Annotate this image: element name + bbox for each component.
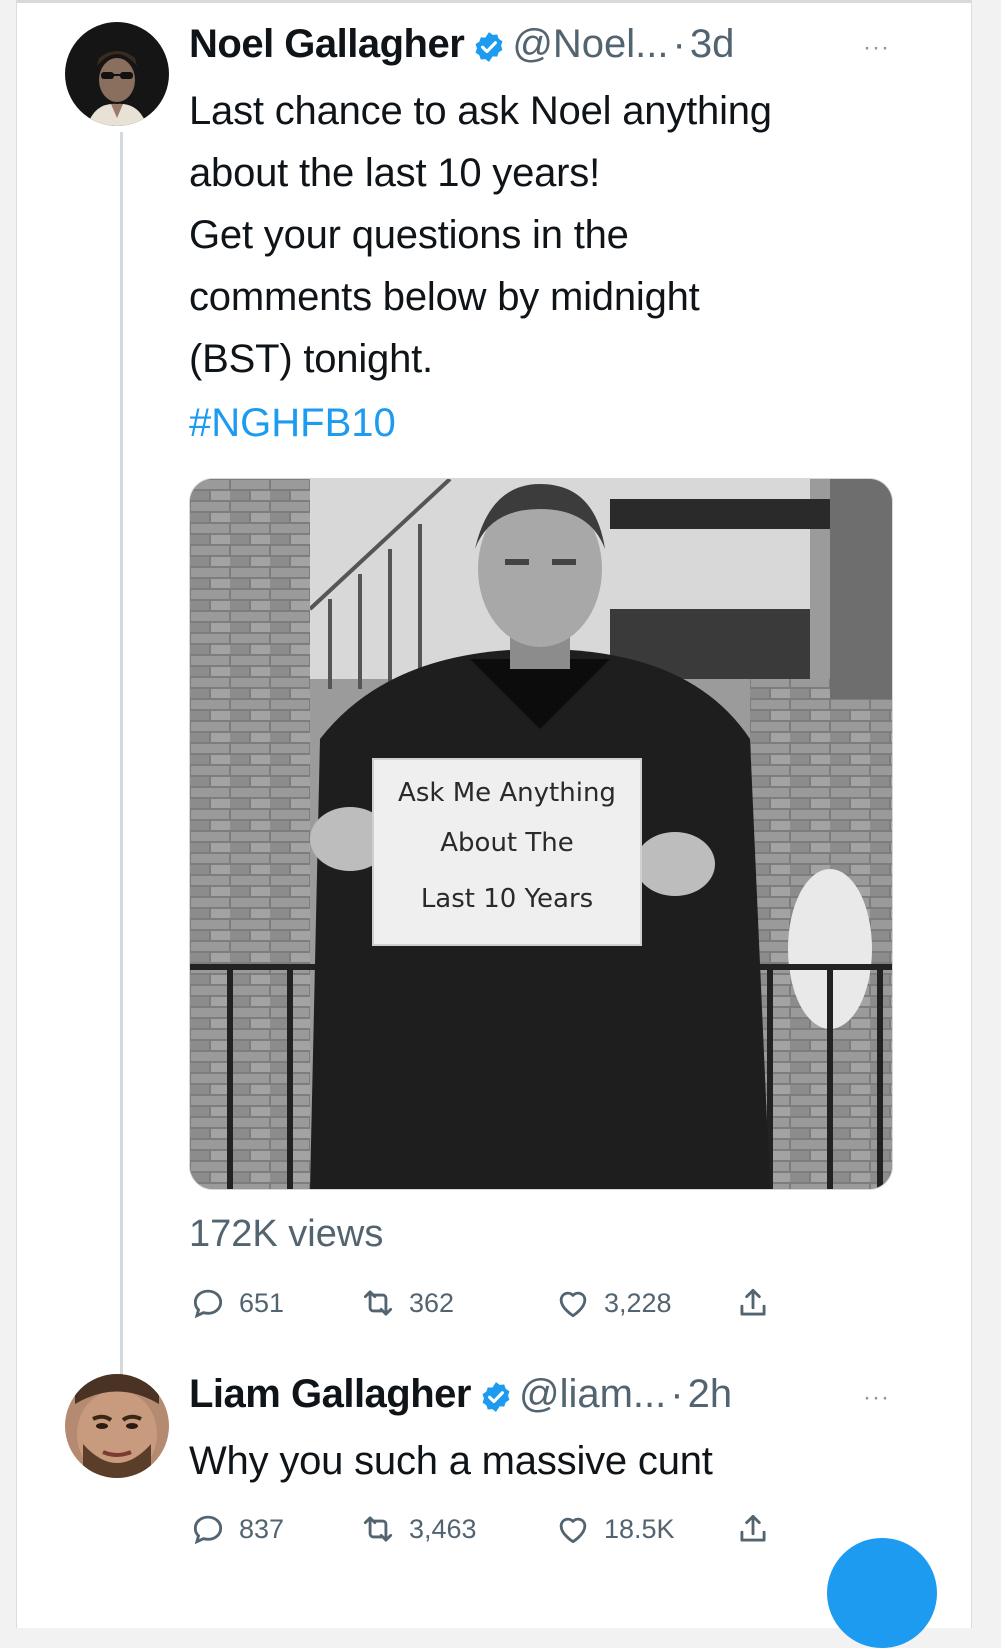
verified-badge-icon (479, 1377, 513, 1412)
hashtag-link[interactable]: #NGHFB10 (189, 392, 396, 454)
avatar-noel[interactable] (65, 22, 169, 126)
compose-tweet-button[interactable] (827, 1538, 937, 1648)
tweet-text: Why you such a massive cunt (189, 1439, 713, 1483)
retweet-button[interactable]: 362 (359, 1284, 454, 1322)
author-name[interactable]: Noel Gallagher (189, 20, 465, 68)
retweet-icon (363, 1290, 393, 1316)
reply-button[interactable]: 837 (189, 1510, 284, 1548)
tweet-actions: 837 3,463 18.5K (189, 1510, 789, 1554)
share-icon (740, 1288, 766, 1316)
share-icon (740, 1514, 766, 1542)
view-count: 172K views (189, 1213, 384, 1255)
top-divider (17, 0, 971, 3)
verified-badge-icon (472, 27, 506, 62)
tweet-header: Liam Gallagher @liam... · 2h (189, 1370, 732, 1418)
more-options-icon[interactable]: ··· (863, 34, 890, 62)
avatar-liam[interactable] (65, 1374, 169, 1478)
tweet-header: Noel Gallagher @Noel... · 3d (189, 20, 734, 68)
author-handle[interactable]: @liam... (519, 1370, 666, 1418)
share-button[interactable] (734, 1284, 784, 1322)
more-options-icon[interactable]: ··· (863, 1384, 890, 1412)
retweet-count: 3,463 (409, 1513, 477, 1544)
reply-count: 651 (239, 1287, 285, 1318)
heart-icon (559, 1291, 587, 1318)
thread-connector-line (120, 132, 123, 1414)
timeline-card: Noel Gallagher @Noel... · 3d ··· Last ch… (16, 0, 972, 1648)
tweet-actions: 651 362 3,228 (189, 1284, 789, 1328)
sign-line-1: Ask Me Anything (398, 778, 616, 808)
author-name[interactable]: Liam Gallagher (189, 1370, 471, 1418)
sign-line-3: Last 10 Years (421, 884, 593, 914)
retweet-count: 362 (409, 1287, 455, 1318)
heart-icon (559, 1517, 587, 1544)
tweet-text: Last chance to ask Noel anything about t… (189, 89, 772, 381)
retweet-button[interactable]: 3,463 (359, 1510, 477, 1548)
timestamp[interactable]: 2h (688, 1370, 733, 1418)
author-handle[interactable]: @Noel... (512, 20, 668, 68)
reply-icon (193, 1289, 223, 1319)
retweet-icon (363, 1516, 393, 1542)
reply-icon (193, 1515, 223, 1545)
like-button[interactable]: 18.5K (554, 1510, 675, 1548)
like-count: 18.5K (604, 1513, 675, 1544)
tweet-photo[interactable]: Ask Me Anything About The Last 10 Years (189, 478, 893, 1190)
like-count: 3,228 (604, 1287, 672, 1318)
separator-dot: · (672, 22, 686, 66)
share-button[interactable] (734, 1510, 784, 1548)
reply-count: 837 (239, 1513, 285, 1544)
sign-line-2: About The (440, 828, 574, 858)
reply-button[interactable]: 651 (189, 1284, 284, 1322)
separator-dot: · (670, 1372, 684, 1416)
timestamp[interactable]: 3d (690, 20, 735, 68)
like-button[interactable]: 3,228 (554, 1284, 672, 1322)
